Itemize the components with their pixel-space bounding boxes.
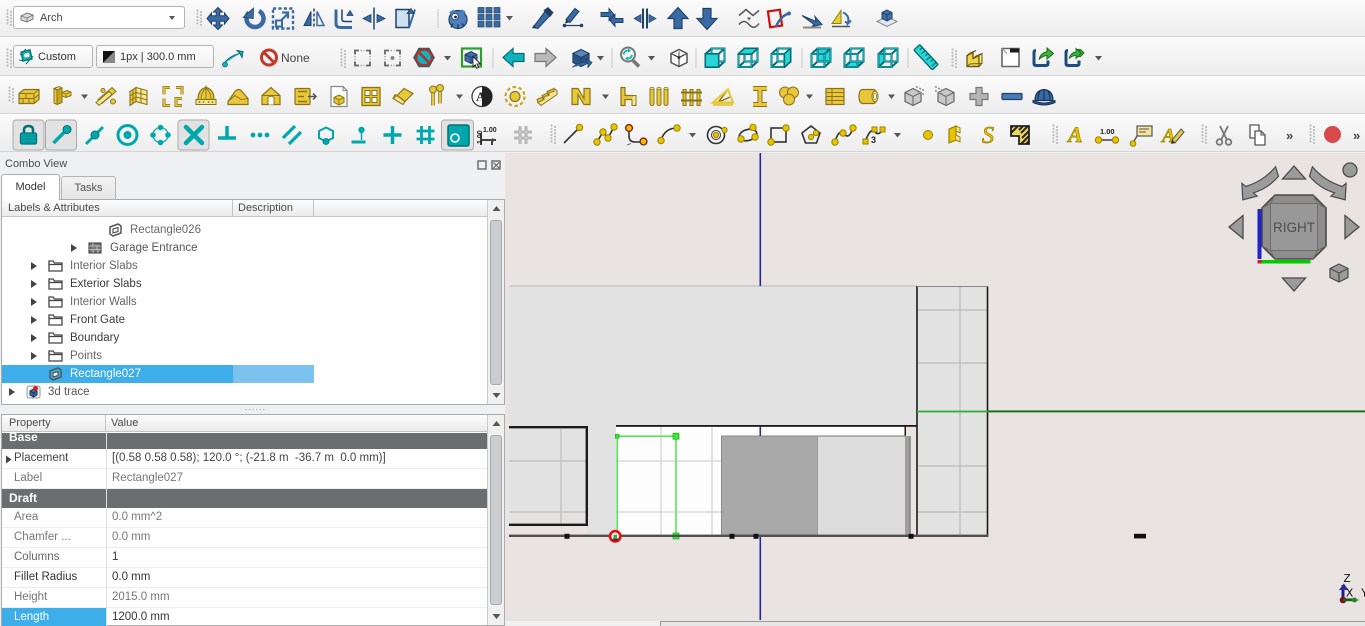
svg-text:1.00: 1.00 [1100, 127, 1115, 136]
svg-text:3: 3 [871, 135, 876, 145]
svg-text:A: A [1160, 125, 1175, 147]
svg-text:A: A [476, 89, 486, 104]
svg-text:1.00: 1.00 [477, 130, 484, 144]
svg-text:Y: Y [1361, 587, 1365, 601]
svg-text:1.00: 1.00 [483, 127, 497, 134]
svg-text:»: » [1286, 128, 1293, 143]
svg-text:Z: Z [1344, 572, 1351, 586]
svg-text:»: » [1353, 128, 1360, 143]
svg-text:X: X [1346, 587, 1353, 601]
svg-text:S: S [982, 123, 994, 149]
svg-text:RIGHT: RIGHT [1273, 220, 1315, 235]
svg-text:A: A [1066, 122, 1083, 147]
